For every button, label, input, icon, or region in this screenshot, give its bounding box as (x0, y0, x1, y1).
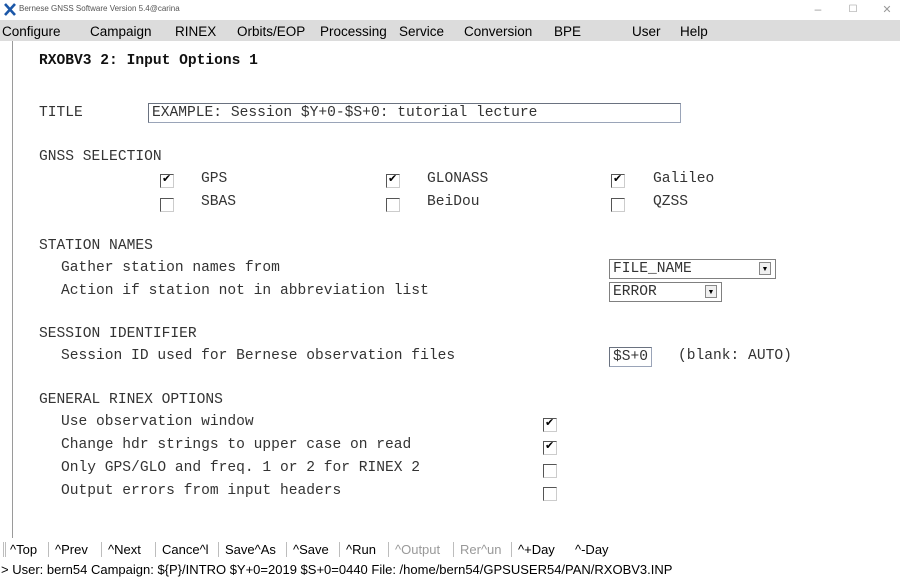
menu-processing[interactable]: Processing (320, 24, 387, 39)
cancel-button[interactable]: Cance^l (162, 542, 209, 557)
rerun-button[interactable]: Rer^un (460, 542, 502, 557)
gps-glo-label: Only GPS/GLO and freq. 1 or 2 for RINEX … (61, 460, 421, 476)
prev-button[interactable]: ^Prev (55, 542, 88, 557)
minimize-icon[interactable]: – (803, 2, 833, 16)
gather-value: FILE_NAME (613, 261, 692, 277)
status-bar: > User: bern54 Campaign: ${P}/INTRO $Y+0… (0, 560, 900, 579)
qzss-label: QZSS (653, 194, 689, 210)
session-id-input[interactable]: $S+0 (609, 347, 652, 367)
menu-service[interactable]: Service (399, 24, 444, 39)
minus-day-button[interactable]: ^-Day (575, 542, 609, 557)
upper-case-label: Change hdr strings to upper case on read (61, 437, 412, 453)
check-icon: ✔ (162, 172, 172, 185)
action-select[interactable]: ERROR ▼ (609, 282, 722, 302)
window-titlebar: Bernese GNSS Software Version 5.4@carina… (0, 0, 900, 20)
menu-help[interactable]: Help (680, 24, 708, 39)
session-heading: SESSION IDENTIFIER (39, 326, 197, 342)
window-title: Bernese GNSS Software Version 5.4@carina (19, 4, 180, 13)
obs-window-checkbox[interactable]: ✔ (543, 416, 557, 432)
galileo-checkbox[interactable]: ✔ (611, 172, 625, 188)
divider (218, 542, 219, 557)
session-hint: (blank: AUTO) (678, 348, 792, 364)
title-input[interactable]: EXAMPLE: Session $Y+0-$S+0: tutorial lec… (148, 103, 681, 123)
top-button[interactable]: ^Top (10, 542, 37, 557)
sbas-checkbox[interactable] (160, 198, 174, 212)
save-as-button[interactable]: Save^As (225, 542, 276, 557)
maximize-icon[interactable]: ☐ (838, 4, 868, 15)
beidou-label: BeiDou (427, 194, 480, 210)
output-errors-label: Output errors from input headers (61, 483, 342, 499)
check-icon: ✔ (388, 172, 398, 185)
divider (155, 542, 156, 557)
menu-campaign[interactable]: Campaign (90, 24, 152, 39)
status-text: > User: bern54 Campaign: ${P}/INTRO $Y+0… (1, 562, 673, 577)
divider (3, 542, 4, 557)
save-button[interactable]: ^Save (293, 542, 329, 557)
gps-label: GPS (201, 171, 228, 187)
output-button[interactable]: ^Output (395, 542, 440, 557)
dropdown-arrow-icon[interactable]: ▼ (759, 262, 771, 275)
menu-rinex[interactable]: RINEX (175, 24, 216, 39)
menu-orbits-eop[interactable]: Orbits/EOP (237, 24, 305, 39)
qzss-checkbox[interactable] (611, 198, 625, 212)
divider (101, 542, 102, 557)
gps-checkbox[interactable]: ✔ (160, 172, 174, 188)
dropdown-arrow-icon[interactable]: ▼ (705, 285, 717, 298)
gps-glo-checkbox[interactable] (543, 464, 557, 478)
close-icon[interactable]: ✕ (872, 3, 900, 16)
input-panel: RXOBV3 2: Input Options 1 TITLE EXAMPLE:… (12, 41, 893, 538)
panel-title: RXOBV3 2: Input Options 1 (39, 53, 258, 69)
menu-bar: Configure Campaign RINEX Orbits/EOP Proc… (0, 20, 900, 41)
obs-window-label: Use observation window (61, 414, 254, 430)
glonass-label: GLONASS (427, 171, 489, 187)
divider (453, 542, 454, 557)
title-label: TITLE (39, 105, 83, 121)
menu-conversion[interactable]: Conversion (464, 24, 532, 39)
sbas-label: SBAS (201, 194, 237, 210)
menu-configure[interactable]: Configure (2, 24, 61, 39)
gather-label: Gather station names from (61, 260, 280, 276)
check-icon: ✔ (545, 439, 555, 452)
action-value: ERROR (613, 284, 657, 300)
output-errors-checkbox[interactable] (543, 487, 557, 501)
bottom-toolbar: ^Top ^Prev ^Next Cance^l Save^As ^Save ^… (0, 539, 900, 560)
divider (388, 542, 389, 557)
gather-select[interactable]: FILE_NAME ▼ (609, 259, 776, 279)
run-button[interactable]: ^Run (346, 542, 376, 557)
session-label: Session ID used for Bernese observation … (61, 348, 456, 364)
plus-day-button[interactable]: ^+Day (518, 542, 555, 557)
divider (339, 542, 340, 557)
glonass-checkbox[interactable]: ✔ (386, 172, 400, 188)
check-icon: ✔ (613, 172, 623, 185)
general-heading: GENERAL RINEX OPTIONS (39, 392, 223, 408)
bernese-x-icon (4, 3, 16, 16)
check-icon: ✔ (545, 416, 555, 429)
menu-user[interactable]: User (632, 24, 661, 39)
beidou-checkbox[interactable] (386, 198, 400, 212)
galileo-label: Galileo (653, 171, 715, 187)
upper-case-checkbox[interactable]: ✔ (543, 439, 557, 455)
divider (5, 542, 6, 557)
action-label: Action if station not in abbreviation li… (61, 283, 429, 299)
menu-bpe[interactable]: BPE (554, 24, 581, 39)
divider (511, 542, 512, 557)
station-heading: STATION NAMES (39, 238, 153, 254)
next-button[interactable]: ^Next (108, 542, 141, 557)
divider (286, 542, 287, 557)
gnss-heading: GNSS SELECTION (39, 149, 162, 165)
divider (48, 542, 49, 557)
